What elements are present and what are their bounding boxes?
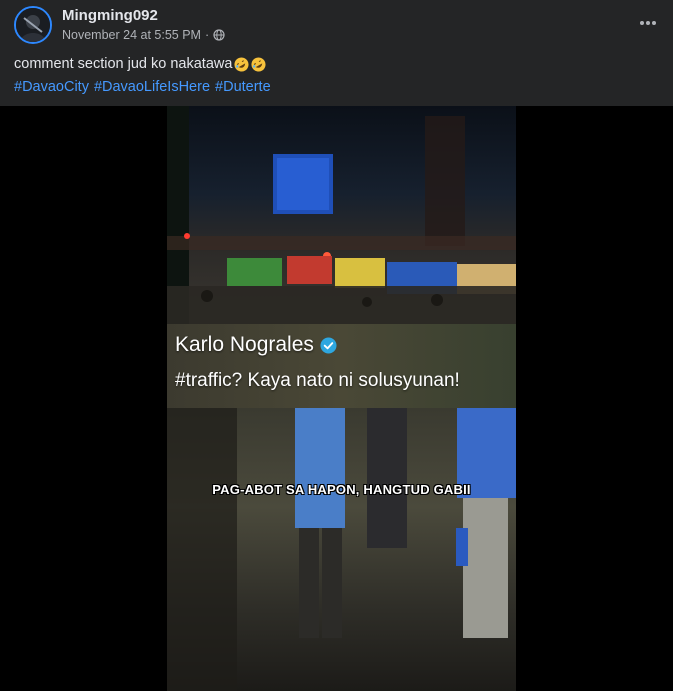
- video-player[interactable]: Karlo Nograles #traffic? Kaya nato ni so…: [167, 106, 516, 691]
- author-name[interactable]: Mingming092: [62, 7, 158, 24]
- post-timestamp[interactable]: November 24 at 5:55 PM: [62, 28, 201, 42]
- hashtag-link[interactable]: #DavaoCity: [14, 79, 89, 95]
- rolling-on-floor-laughing-emoji: [251, 56, 266, 72]
- sidewalk-scene-image: [167, 408, 516, 691]
- hashtag-link[interactable]: #Duterte: [215, 79, 271, 95]
- more-options-button[interactable]: [633, 8, 663, 38]
- video-frame-sidewalk: [167, 408, 516, 691]
- facebook-post: Mingming092 November 24 at 5:55 PM · com…: [0, 0, 673, 691]
- meta-separator: ·: [204, 28, 210, 42]
- post-meta: November 24 at 5:55 PM ·: [62, 28, 225, 42]
- video-subtitle: PAG-ABOT SA HAPON, HANGTUD GABII: [212, 482, 471, 497]
- post-caption: comment section jud ko nakatawa #DavaoCi…: [14, 54, 276, 97]
- rolling-on-floor-laughing-emoji: [234, 56, 249, 72]
- caption-line: comment section jud ko nakatawa: [14, 54, 276, 74]
- globe-icon[interactable]: [213, 29, 225, 41]
- street-scene-image: [167, 106, 516, 324]
- video-creator-name: Karlo Nograles: [175, 333, 314, 356]
- caption-text: comment section jud ko nakatawa: [14, 56, 233, 72]
- avatar-image: [16, 8, 50, 42]
- avatar[interactable]: [14, 6, 52, 44]
- post-header: Mingming092 November 24 at 5:55 PM ·: [0, 0, 673, 52]
- post-media: Karlo Nograles #traffic? Kaya nato ni so…: [0, 106, 673, 691]
- verified-badge-icon: [320, 336, 337, 354]
- video-creator: Karlo Nograles: [175, 333, 337, 357]
- video-frame-street: [167, 106, 516, 324]
- video-quote: #traffic? Kaya nato ni solusyunan!: [175, 370, 460, 391]
- hashtag-link[interactable]: #DavaoLifeIsHere: [94, 79, 210, 95]
- more-horizontal-icon: [640, 21, 656, 25]
- hashtag-list: #DavaoCity #DavaoLifeIsHere #Duterte: [14, 77, 276, 97]
